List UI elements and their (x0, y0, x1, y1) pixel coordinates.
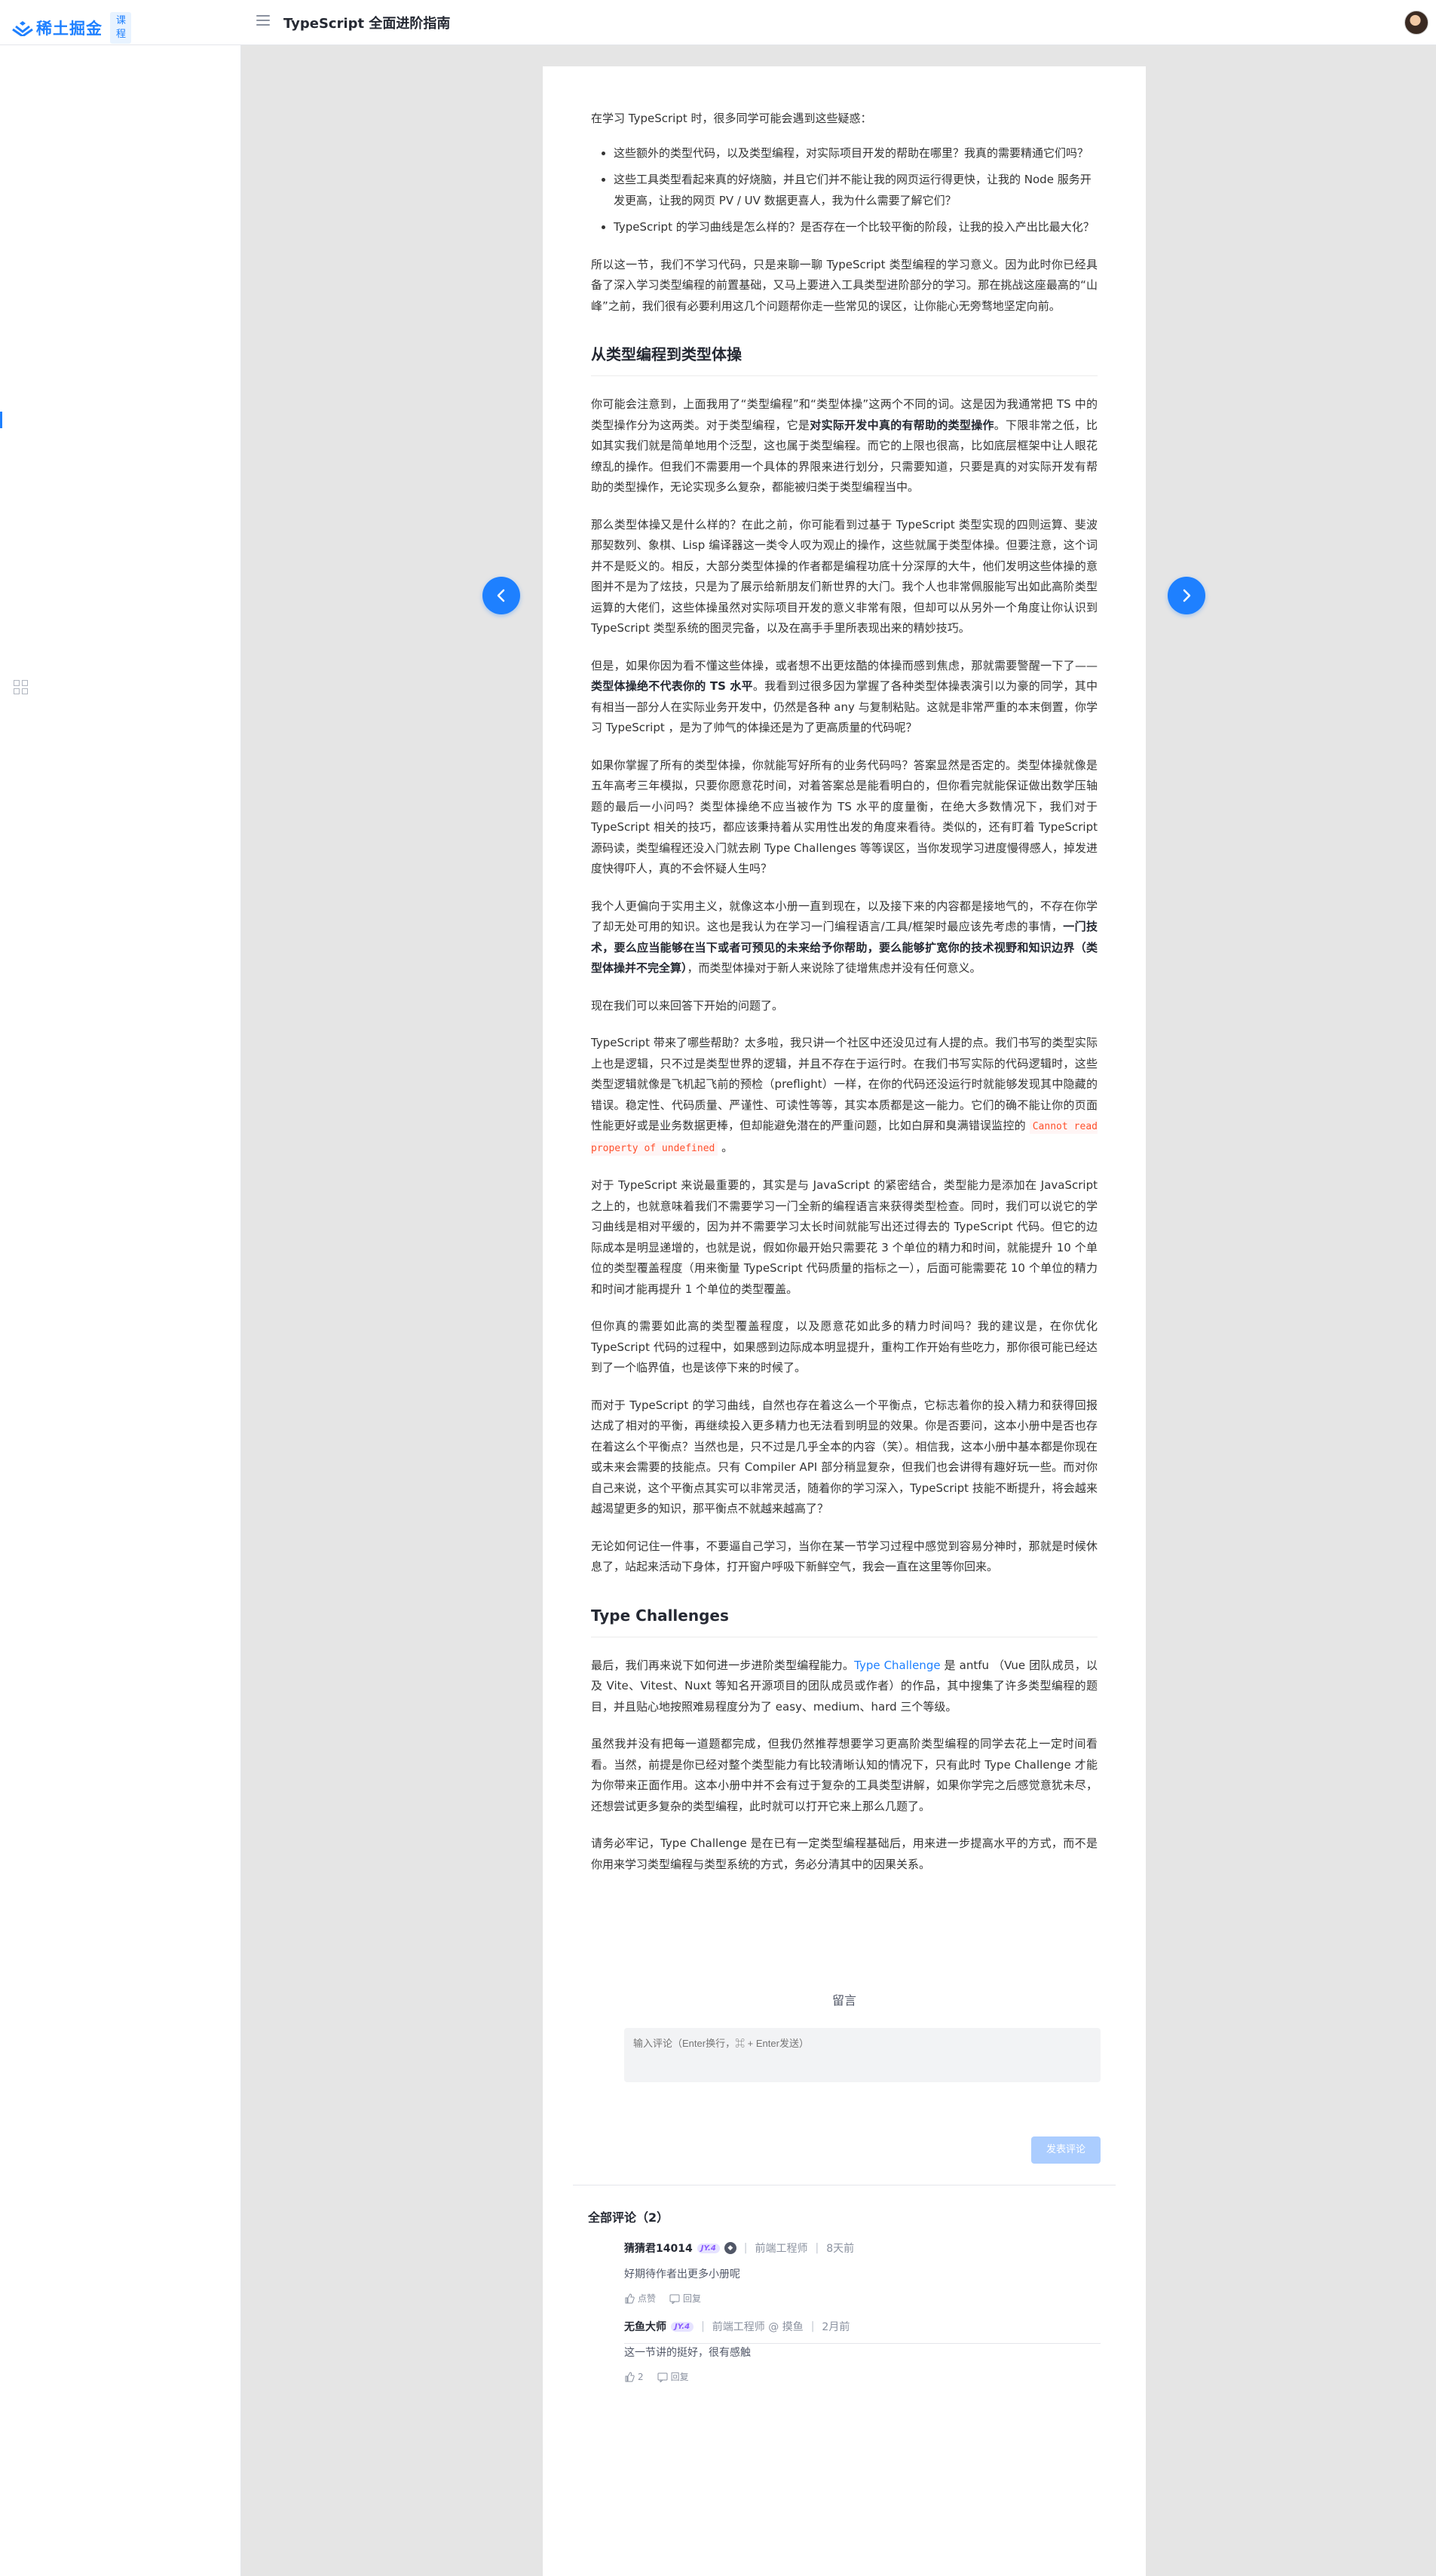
type-challenge-link[interactable]: Type Challenge (854, 1659, 940, 1672)
all-comments-heading: 全部评论（2） (588, 2210, 669, 2225)
reply-button[interactable]: 回复 (669, 2292, 701, 2305)
paragraph: 你可能会注意到，上面我用了“类型编程”和“类型体操”这两个不同的词。这是因为我通… (591, 397, 1098, 494)
juejin-logo[interactable]: 稀土掘金 课程 (12, 12, 131, 44)
paragraph: 那么类型体操又是什么样的？在此之前，你可能看到过基于 TypeScript 类型… (591, 517, 1098, 636)
comment-item: 猜猜君14014 JY.4 ◆ | 前端工程师 | 8天前 好期待作者出更多小册… (624, 2241, 1101, 2344)
intro-paragraph: 在学习 TypeScript 时，很多同学可能会遇到这些疑惑： (591, 112, 872, 125)
thumb-up-icon (625, 2293, 635, 2304)
user-level-badge: JY.4 (697, 2243, 720, 2253)
paragraph: 现在我们可以来回答下开始的问题了。 (591, 998, 784, 1012)
publish-comment-button[interactable]: 发表评论 (1031, 2136, 1101, 2164)
section-heading: Type Challenges (591, 1605, 1098, 1637)
like-button[interactable]: 点赞 (624, 2292, 656, 2305)
menu-toggle-icon[interactable] (256, 15, 270, 29)
comment-author-job: 前端工程师 (755, 2243, 808, 2255)
top-bar: 稀土掘金 课程 TypeScript 全面进阶指南 (0, 0, 1436, 45)
article-content: 在学习 TypeScript 时，很多同学可能会遇到这些疑惑： 这些额外的类型代… (591, 109, 1098, 1891)
article-panel: 在学习 TypeScript 时，很多同学可能会遇到这些疑惑： 这些额外的类型代… (543, 66, 1146, 2576)
chevron-left-icon (497, 589, 505, 602)
paragraph: 所以这一节，我们不学习代码，只是来聊一聊 TypeScript 类型编程的学习意… (591, 257, 1098, 313)
medal-icon: ◆ (724, 2242, 736, 2254)
like-button[interactable]: 2 (624, 2370, 644, 2383)
comment-text: 这一节讲的挺好，很有感触 (624, 2347, 751, 2359)
next-chapter-button[interactable] (1168, 577, 1205, 614)
logo-icon (12, 21, 33, 36)
paragraph: 虽然我并没有把每一道题都完成，但我仍然推荐想要学习更高阶类型编程的同学去花上一定… (591, 1737, 1098, 1813)
paragraph: TypeScript 带来了哪些帮助？太多啦，我只讲一个社区中还没见过有人提的点… (591, 1036, 1098, 1156)
paragraph: 最后，我们再来说下如何进一步进阶类型编程能力。Type Challenge 是 … (591, 1658, 1098, 1714)
chevron-right-icon (1183, 589, 1191, 602)
paragraph: 但是，如果你因为看不懂这些体操，或者想不出更炫酷的体操而感到焦虑，那就需要警醒一… (591, 658, 1098, 735)
reply-icon (669, 2294, 680, 2304)
list-item: 这些工具类型看起来真的好烧脑，并且它们并不能让我的网页运行得更快，让我的 Nod… (614, 170, 1098, 211)
paragraph: 请务必牢记，Type Challenge 是在已有一定类型编程基础后，用来进一步… (591, 1836, 1098, 1871)
user-avatar[interactable] (1404, 11, 1428, 35)
logo-text: 稀土掘金 (36, 20, 103, 38)
comment-input[interactable] (624, 2028, 1101, 2082)
paragraph: 无论如何记住一件事，不要逼自己学习，当你在某一节学习过程中感觉到容易分神时，那就… (591, 1539, 1098, 1574)
paragraph: 如果你掌握了所有的类型体操，你就能写好所有的业务代码吗？答案显然是否定的。类型体… (591, 758, 1098, 876)
reply-icon (657, 2372, 668, 2382)
list-item: TypeScript 的学习曲线是怎么样的？是否存在一个比较平衡的阶段，让我的投… (614, 217, 1098, 238)
comment-author[interactable]: 猜猜君14014 (624, 2241, 693, 2256)
paragraph: 我个人更偏向于实用主义，就像这本小册一直到现在，以及接下来的内容都是接地气的，不… (591, 899, 1098, 976)
comment-time: 2月前 (822, 2321, 850, 2333)
book-title: TypeScript 全面进阶指南 (283, 16, 451, 32)
paragraph: 对于 TypeScript 来说最重要的，其实是与 JavaScript 的紧密… (591, 1178, 1098, 1296)
thumb-up-icon (625, 2371, 635, 2382)
paragraph: 但你真的需要如此高的类型覆盖程度，以及愿意花如此多的精力时间吗？我的建议是，在你… (591, 1319, 1098, 1374)
list-item: 这些额外的类型代码，以及类型编程，对实际项目开发的帮助在哪里？我真的需要精通它们… (614, 143, 1098, 164)
active-chapter-marker (0, 412, 2, 428)
comment-section-title: 留言 (831, 1993, 856, 2008)
user-level-badge: JY.4 (671, 2321, 694, 2332)
comment-author-job: 前端工程师 @ 摸鱼 (712, 2321, 804, 2333)
comment-item: 无鱼大师 JY.4 | 前端工程师 @ 摸鱼 | 2月前 这一节讲的挺好，很有感… (624, 2319, 1101, 2383)
previous-chapter-button[interactable] (482, 577, 520, 614)
comment-author[interactable]: 无鱼大师 (624, 2319, 666, 2334)
comment-time: 8天前 (826, 2243, 855, 2255)
comment-section: 留言 发表评论 全部评论（2） 猜猜君14014 JY.4 ◆ | 前端工程师 … (543, 1990, 1146, 2382)
chapter-sidebar (0, 45, 241, 2576)
question-list: 这些额外的类型代码，以及类型编程，对实际项目开发的帮助在哪里？我真的需要精通它们… (614, 143, 1098, 238)
section-heading: 从类型编程到类型体操 (591, 344, 1098, 376)
course-badge: 课程 (110, 12, 131, 44)
paragraph: 而对于 TypeScript 的学习曲线，自然也存在着这么一个平衡点，它标志着你… (591, 1398, 1098, 1516)
collapse-sidebar-icon[interactable] (14, 680, 30, 697)
reply-button[interactable]: 回复 (657, 2370, 689, 2383)
comment-text: 好期待作者出更多小册呢 (624, 2268, 740, 2280)
